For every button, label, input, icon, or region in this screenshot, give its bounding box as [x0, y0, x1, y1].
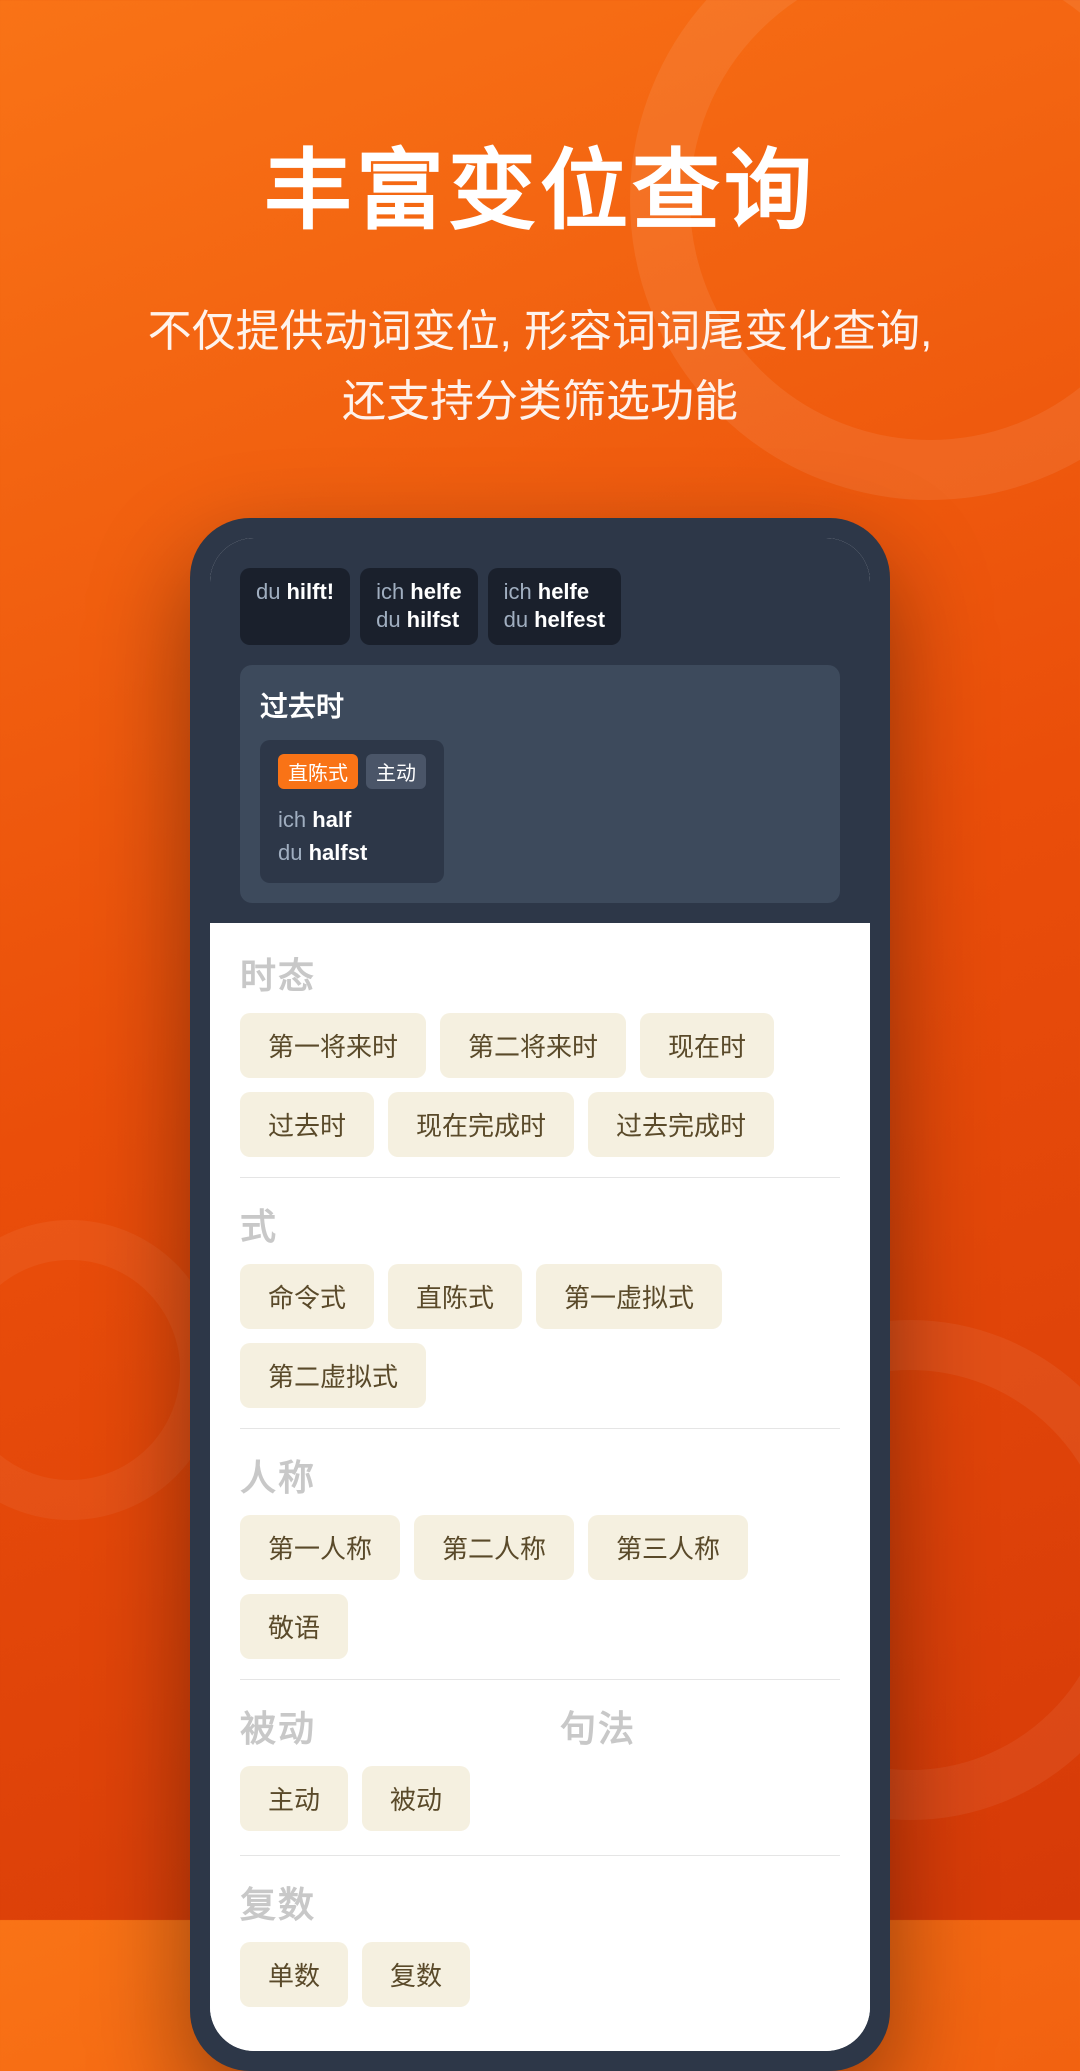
divider-2	[240, 1428, 840, 1429]
tooltip-2-verb2: hilfst	[407, 607, 460, 632]
conj-pron2: du	[278, 840, 309, 865]
tag-第一人称[interactable]: 第一人称	[240, 1515, 400, 1580]
tag-第二虚拟式[interactable]: 第二虚拟式	[240, 1343, 426, 1408]
tooltip-row: duhilft! ichhelfe duhilfst ichhelfe duhe…	[240, 568, 840, 645]
tag-主动[interactable]: 主动	[240, 1766, 348, 1831]
phone-screen: duhilft! ichhelfe duhilfst ichhelfe duhe…	[210, 538, 870, 2051]
tag-第一虚拟式[interactable]: 第一虚拟式	[536, 1264, 722, 1329]
divider-1	[240, 1177, 840, 1178]
page-title: 丰富变位查询	[264, 120, 816, 247]
filter-group-voice: 被动 主动 被动	[240, 1700, 520, 1831]
tag-第一将来时[interactable]: 第一将来时	[240, 1013, 426, 1078]
conjugation-line1: ich half	[278, 803, 426, 836]
conj-pron1: ich	[278, 807, 312, 832]
number-tags: 单数 复数	[240, 1942, 840, 2007]
filter-group-number: 复数 单数 复数	[240, 1876, 840, 2007]
syntax-label: 句法	[560, 1700, 840, 1752]
tooltip-3: ichhelfe duhelfest	[488, 568, 621, 645]
tooltip-3-pronoun2: du	[504, 607, 528, 632]
voice-tags: 主动 被动	[240, 1766, 520, 1831]
tense-tags: 第一将来时 第二将来时 现在时 过去时 现在完成时 过去完成时	[240, 1013, 840, 1157]
mode-label: 式	[240, 1198, 840, 1250]
conj-verb1: half	[312, 807, 351, 832]
tag-第二人称[interactable]: 第二人称	[414, 1515, 574, 1580]
past-tense-label: 过去时	[260, 685, 820, 725]
tag-单数[interactable]: 单数	[240, 1942, 348, 2007]
page-subtitle: 不仅提供动词变位, 形容词词尾变化查询,还支持分类筛选功能	[88, 297, 993, 438]
tag-过去时[interactable]: 过去时	[240, 1092, 374, 1157]
tooltip-3-verb1: helfe	[538, 579, 589, 604]
tag-第二将来时[interactable]: 第二将来时	[440, 1013, 626, 1078]
voice-label: 被动	[240, 1700, 520, 1752]
past-tense-section: 过去时 直陈式 主动 ich half du halfst	[240, 665, 840, 903]
tooltip-1-pronoun: du	[256, 579, 280, 604]
tag-敬语[interactable]: 敬语	[240, 1594, 348, 1659]
conj-verb2: halfst	[309, 840, 368, 865]
tag-复数[interactable]: 复数	[362, 1942, 470, 2007]
tag-被动[interactable]: 被动	[362, 1766, 470, 1831]
person-label: 人称	[240, 1449, 840, 1501]
tag-直陈式[interactable]: 直陈式	[388, 1264, 522, 1329]
tooltip-2-verb1: helfe	[410, 579, 461, 604]
mode-tags: 命令式 直陈式 第一虚拟式 第二虚拟式	[240, 1264, 840, 1408]
tooltip-1: duhilft!	[240, 568, 350, 645]
divider-3	[240, 1679, 840, 1680]
tag-第三人称[interactable]: 第三人称	[588, 1515, 748, 1580]
app-header: duhilft! ichhelfe duhilfst ichhelfe duhe…	[210, 538, 870, 923]
tooltip-2-pronoun1: ich	[376, 579, 404, 604]
filter-group-person: 人称 第一人称 第二人称 第三人称 敬语	[240, 1449, 840, 1659]
tooltip-3-pronoun1: ich	[504, 579, 532, 604]
phone-mockup: duhilft! ichhelfe duhilfst ichhelfe duhe…	[190, 518, 890, 2071]
filter-group-mode: 式 命令式 直陈式 第一虚拟式 第二虚拟式	[240, 1198, 840, 1408]
tooltip-2-pronoun2: du	[376, 607, 400, 632]
tooltip-3-verb2: helfest	[534, 607, 605, 632]
divider-4	[240, 1855, 840, 1856]
tag-现在完成时[interactable]: 现在完成时	[388, 1092, 574, 1157]
tense-label: 时态	[240, 947, 840, 999]
tag-现在时[interactable]: 现在时	[640, 1013, 774, 1078]
filter-group-syntax: 句法	[560, 1700, 840, 1831]
conjugation-line2: du halfst	[278, 836, 426, 869]
conjugation-card: 直陈式 主动 ich half du halfst	[260, 740, 444, 883]
tag-命令式[interactable]: 命令式	[240, 1264, 374, 1329]
tag-过去完成时[interactable]: 过去完成时	[588, 1092, 774, 1157]
tooltip-1-verb: hilft!	[286, 579, 334, 604]
tag-主动: 主动	[366, 754, 426, 789]
tag-直陈式: 直陈式	[278, 754, 358, 789]
number-label: 复数	[240, 1876, 840, 1928]
tooltip-2: ichhelfe du hilfst	[360, 568, 477, 645]
double-group: 被动 主动 被动 句法	[240, 1700, 840, 1851]
filter-section: 时态 第一将来时 第二将来时 现在时 过去时 现在完成时 过去完成时 式	[210, 923, 870, 2051]
filter-group-tense: 时态 第一将来时 第二将来时 现在时 过去时 现在完成时 过去完成时	[240, 947, 840, 1157]
person-tags: 第一人称 第二人称 第三人称 敬语	[240, 1515, 840, 1659]
